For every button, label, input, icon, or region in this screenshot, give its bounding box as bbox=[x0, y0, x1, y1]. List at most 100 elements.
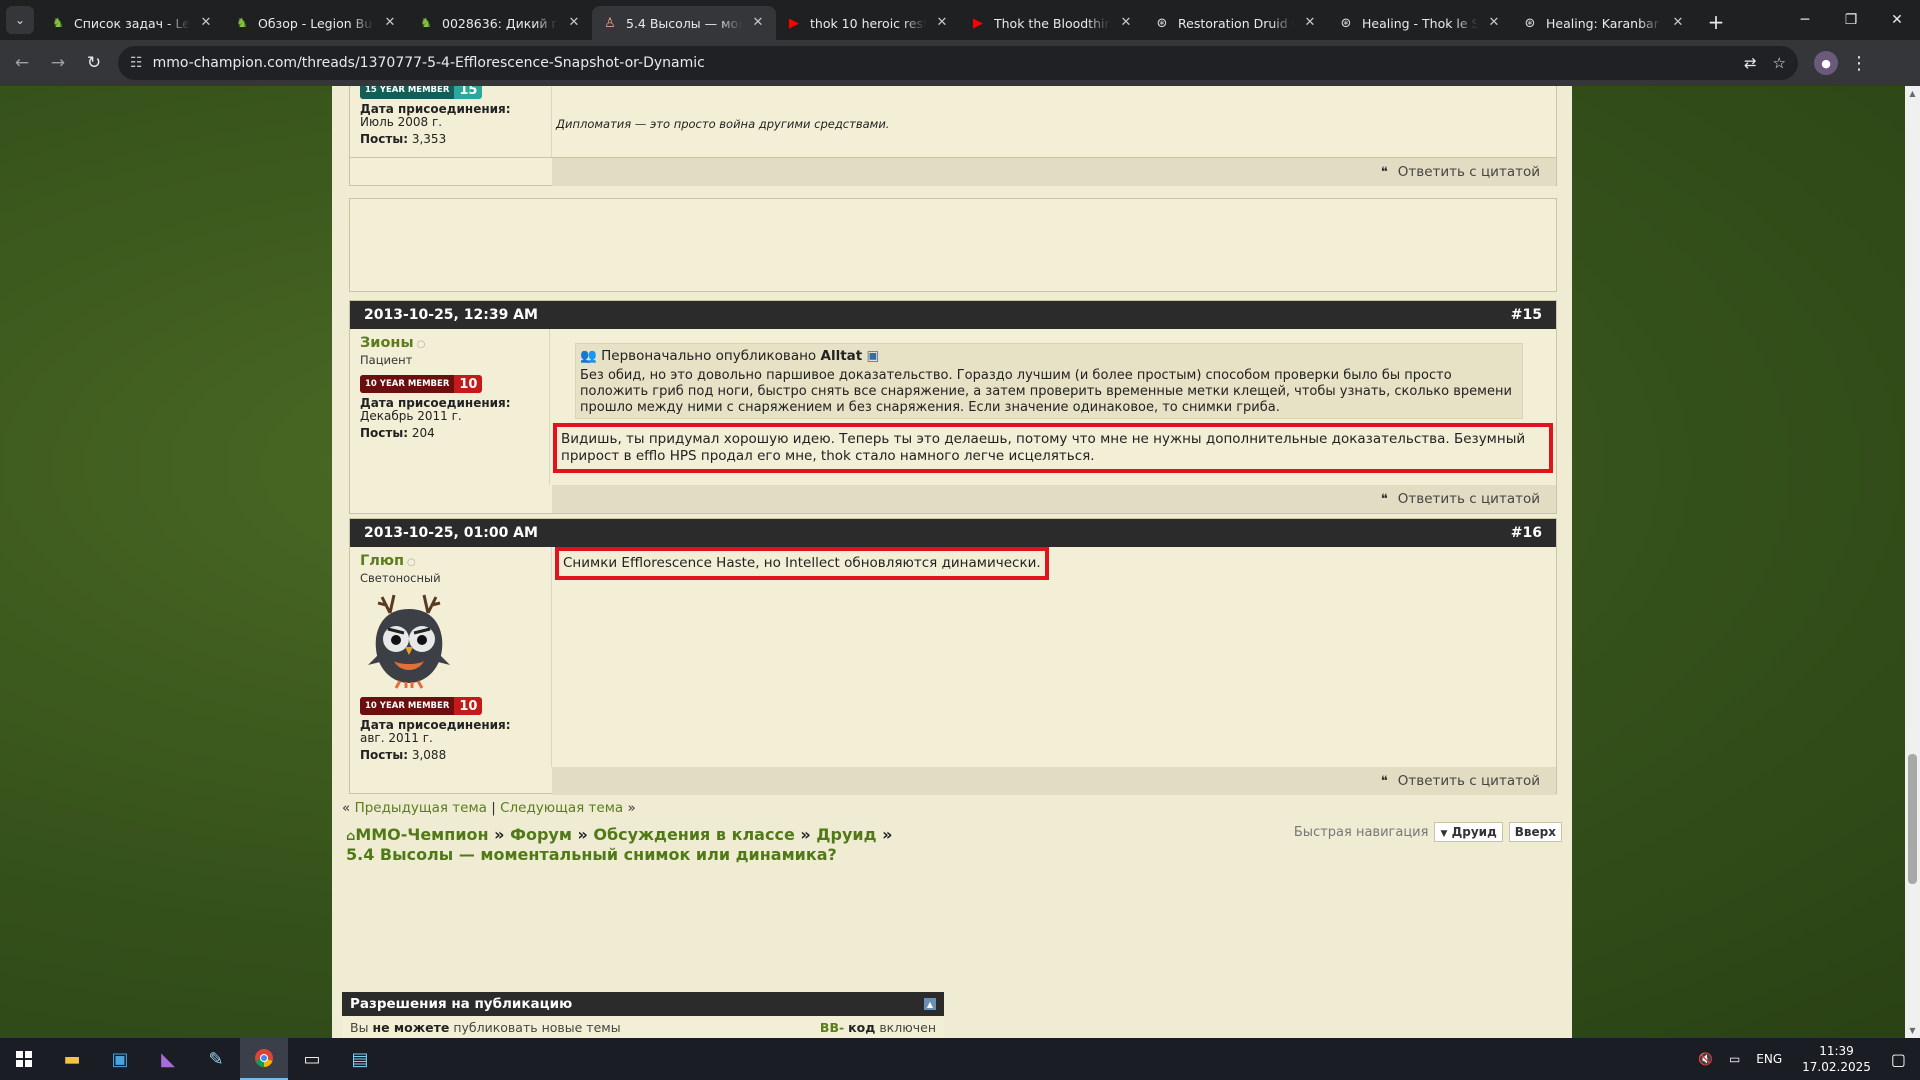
store-icon[interactable]: ▣ bbox=[96, 1038, 144, 1080]
tab-close-icon[interactable]: ✕ bbox=[1118, 15, 1134, 31]
browser-tab[interactable]: ▶ Thok the Bloodthirsty ✕ bbox=[960, 6, 1144, 40]
quote-icon[interactable]: ❝ bbox=[1381, 774, 1388, 789]
next-thread-link[interactable]: Следующая тема bbox=[500, 800, 623, 816]
tab-close-icon[interactable]: ✕ bbox=[934, 15, 950, 31]
browser-tab[interactable]: ♞ 0028636: Дикий гриб ✕ bbox=[408, 6, 592, 40]
post-number-link[interactable]: #15 bbox=[1511, 307, 1542, 323]
browser-tab[interactable]: ♞ Список задач - Legion ✕ bbox=[40, 6, 224, 40]
post-previous-footer: ❝ Ответить с цитатой bbox=[552, 158, 1556, 186]
notifications-icon[interactable]: ▢ bbox=[1883, 1050, 1920, 1069]
post-date: 2013-10-25, 12:39 AM bbox=[364, 307, 538, 323]
user-title: Пациент bbox=[360, 353, 413, 367]
visual-studio-icon[interactable]: ◣ bbox=[144, 1038, 192, 1080]
address-bar[interactable]: ☷ mmo-champion.com/threads/1370777-5-4-E… bbox=[118, 46, 1798, 80]
home-icon[interactable]: ⌂ bbox=[346, 829, 355, 844]
post-15-userinfo: Зионы ○ Пациент 10 YEAR MEMBER 10 Дата пр… bbox=[350, 329, 550, 485]
bb-code-word: код bbox=[848, 1019, 876, 1035]
permissions-header: Разрешения на публикацию ▲ bbox=[342, 992, 944, 1016]
breadcrumb-home[interactable]: ММО-Чемпион bbox=[355, 825, 488, 844]
post-number-link[interactable]: #16 bbox=[1511, 525, 1542, 541]
post-message: Видишь, ты придумал хорошую идею. Теперь… bbox=[553, 423, 1553, 473]
post-15: 2013-10-25, 12:39 AM #15 Зионы ○ Пациент … bbox=[349, 300, 1557, 514]
post-previous-footer-wrap: ❝ Ответить с цитатой bbox=[349, 158, 1557, 186]
tab-close-icon[interactable]: ✕ bbox=[750, 15, 766, 31]
tab-close-icon[interactable]: ✕ bbox=[382, 15, 398, 31]
posting-permissions: Разрешения на публикацию ▲ Вы не можете … bbox=[342, 992, 944, 1038]
browser-tab[interactable]: ⊛ Restoration Druid He ✕ bbox=[1144, 6, 1328, 40]
tab-search-button[interactable]: ⌄ bbox=[6, 6, 34, 34]
view-post-icon[interactable]: ▣ bbox=[867, 348, 880, 364]
paint-icon[interactable]: ✎ bbox=[192, 1038, 240, 1080]
browser-tab[interactable]: ⊛ Healing: Karanbar - T ✕ bbox=[1512, 6, 1696, 40]
breadcrumb-class-discussion[interactable]: Обсуждения в классе bbox=[593, 825, 794, 844]
file-explorer-icon[interactable]: ▬ bbox=[48, 1038, 96, 1080]
volume-muted-icon[interactable]: 🔇 bbox=[1690, 1052, 1721, 1066]
breadcrumb-forum[interactable]: Форум bbox=[510, 825, 572, 844]
collapse-icon[interactable]: ▲ bbox=[924, 998, 936, 1010]
post-15-footer: ❝ Ответить с цитатой bbox=[552, 485, 1556, 513]
username-link[interactable]: Глюп ○ bbox=[360, 553, 541, 569]
browser-tab[interactable]: ♞ Обзор - Legion Bugs ✕ bbox=[224, 6, 408, 40]
tab-close-icon[interactable]: ✕ bbox=[1486, 15, 1502, 31]
network-icon[interactable]: ▭ bbox=[1721, 1052, 1748, 1066]
post-16-userinfo: Глюп ○ Светоносный 10 YEAR MEMBER 10 Дат… bbox=[350, 547, 552, 767]
post-previous-content: Дипломатия — это просто война другими ср… bbox=[552, 86, 1556, 157]
tab-close-icon[interactable]: ✕ bbox=[566, 15, 582, 31]
previous-thread-link[interactable]: Предыдущая тема bbox=[355, 800, 487, 816]
browser-tab[interactable]: ▶ thok 10 heroic restor ✕ bbox=[776, 6, 960, 40]
tab-close-icon[interactable]: ✕ bbox=[1302, 15, 1318, 31]
scrollbar-thumb[interactable] bbox=[1908, 754, 1917, 884]
translate-icon[interactable]: ⇄ bbox=[1744, 54, 1757, 72]
join-date-label: Дата присоединения: bbox=[360, 718, 511, 732]
quick-nav-label: Быстрая навигация bbox=[1293, 824, 1429, 840]
site-info-icon[interactable]: ☷ bbox=[130, 55, 143, 71]
tab-title: 5.4 Высолы — момен bbox=[626, 15, 742, 31]
back-button[interactable]: ← bbox=[4, 45, 40, 81]
reload-button[interactable]: ↻ bbox=[76, 45, 112, 81]
reply-with-quote-link[interactable]: Ответить с цитатой bbox=[1398, 773, 1540, 789]
browser-tab[interactable]: ♙ 5.4 Высолы — момен ✕ bbox=[592, 6, 776, 40]
quote-header: 👥 Первоначально опубликовано Alltat ▣ bbox=[580, 348, 1516, 364]
post-16-footer: ❝ Ответить с цитатой bbox=[552, 767, 1556, 795]
post-16-content: Снимки Efflorescence Haste, но Intellect… bbox=[552, 547, 1556, 767]
browser-menu-icon[interactable]: ⋮ bbox=[1844, 53, 1874, 74]
bookmark-star-icon[interactable]: ☆ bbox=[1773, 54, 1786, 72]
quote-icon[interactable]: ❝ bbox=[1381, 492, 1388, 507]
clock[interactable]: 11:39 17.02.2025 bbox=[1790, 1043, 1883, 1075]
quick-nav-druid-label: Друид bbox=[1451, 825, 1497, 839]
join-date-value: авг. 2011 г. bbox=[360, 731, 433, 745]
start-button[interactable] bbox=[0, 1038, 48, 1080]
scroll-up-arrow[interactable]: ▲ bbox=[1905, 86, 1920, 101]
page-scrollbar[interactable]: ▲ ▼ bbox=[1905, 86, 1920, 1038]
profile-avatar[interactable]: ● bbox=[1814, 51, 1838, 75]
restore-button[interactable]: ❐ bbox=[1828, 0, 1874, 40]
permissions-row: Вы не можете публиковать новые темы BB- … bbox=[342, 1016, 944, 1038]
avatar[interactable] bbox=[360, 591, 458, 689]
quick-nav-druid-button[interactable]: ▼ Друид bbox=[1434, 822, 1503, 842]
dropdown-arrow-icon: ▼ bbox=[1440, 829, 1448, 839]
reply-with-quote-link[interactable]: Ответить с цитатой bbox=[1398, 164, 1540, 180]
tab-close-icon[interactable]: ✕ bbox=[198, 15, 214, 31]
back-to-top-button[interactable]: Вверх bbox=[1508, 822, 1562, 842]
notepad-icon[interactable]: ▤ bbox=[336, 1038, 384, 1080]
minimize-button[interactable]: ─ bbox=[1782, 0, 1828, 40]
browser-tab[interactable]: ⊛ Healing - Thok le San ✕ bbox=[1328, 6, 1512, 40]
app-window-icon[interactable]: ▭ bbox=[288, 1038, 336, 1080]
address-url[interactable]: mmo-champion.com/threads/1370777-5-4-Eff… bbox=[153, 55, 1728, 71]
tab-close-icon[interactable]: ✕ bbox=[1670, 15, 1686, 31]
input-language[interactable]: ENG bbox=[1748, 1052, 1790, 1066]
quote-icon[interactable]: ❝ bbox=[1381, 165, 1388, 180]
forward-button[interactable]: → bbox=[40, 45, 76, 81]
reply-with-quote-link[interactable]: Ответить с цитатой bbox=[1398, 491, 1540, 507]
scroll-down-arrow[interactable]: ▼ bbox=[1905, 1023, 1920, 1038]
breadcrumb-druid[interactable]: Друид bbox=[816, 825, 876, 844]
new-tab-button[interactable]: + bbox=[1702, 8, 1730, 36]
chrome-icon[interactable] bbox=[240, 1038, 288, 1080]
username[interactable]: Зионы bbox=[360, 335, 414, 351]
close-window-button[interactable]: ✕ bbox=[1874, 0, 1920, 40]
bb-code-link[interactable]: BB- bbox=[820, 1020, 844, 1035]
username[interactable]: Глюп bbox=[360, 553, 404, 569]
join-date: Дата присоединения: Декабрь 2011 г. bbox=[360, 397, 539, 423]
username-link[interactable]: Зионы ○ bbox=[360, 335, 539, 351]
offline-status-icon: ○ bbox=[406, 557, 416, 568]
